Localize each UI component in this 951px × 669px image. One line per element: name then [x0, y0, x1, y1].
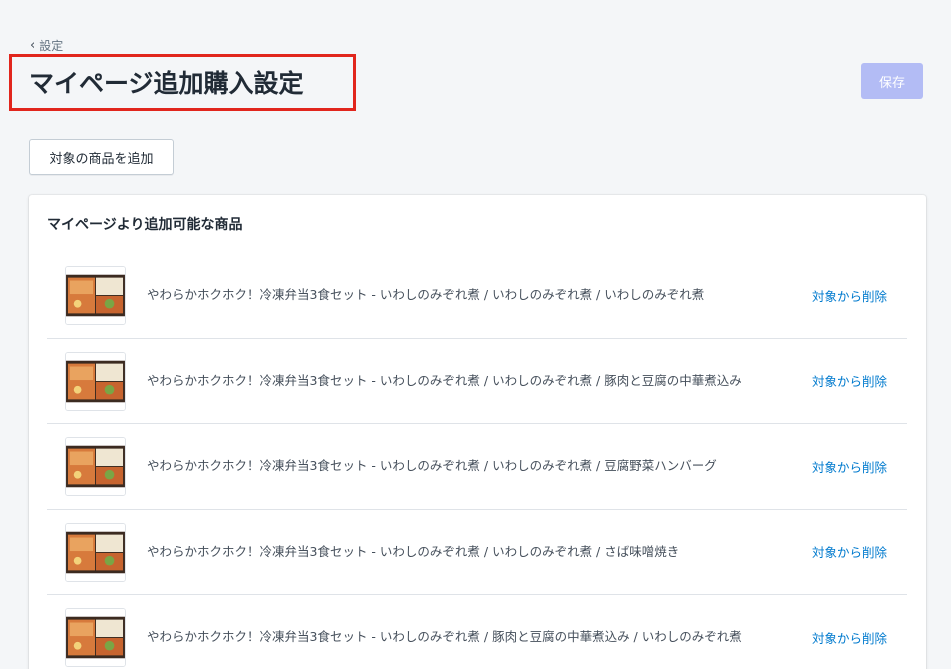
bento-box-image — [66, 267, 125, 324]
product-name: やわらかホクホク！冷凍弁当3食セット - いわしのみぞれ煮 / いわしのみぞれ煮… — [147, 287, 705, 302]
product-thumbnail — [65, 608, 126, 667]
chevron-left-icon: ‹ — [30, 38, 36, 53]
bento-box-image — [66, 609, 125, 666]
page-title: マイページ追加購入設定 — [29, 69, 304, 98]
remove-from-target-link[interactable]: 対象から削除 — [812, 510, 887, 594]
remove-from-target-link[interactable]: 対象から削除 — [812, 339, 887, 423]
bento-box-image — [66, 523, 125, 581]
add-product-button[interactable]: 対象の商品を追加 — [29, 139, 174, 175]
product-row: やわらかホクホク！冷凍弁当3食セット - いわしのみぞれ煮 / いわしのみぞれ煮… — [47, 253, 907, 339]
card-title: マイページより追加可能な商品 — [47, 217, 243, 233]
product-thumbnail — [65, 266, 126, 325]
product-thumbnail — [65, 522, 126, 582]
product-name: やわらかホクホク！冷凍弁当3食セット - いわしのみぞれ煮 / 豚肉と豆腐の中華… — [147, 629, 742, 644]
breadcrumb-label: 設定 — [39, 39, 64, 53]
bento-box-image — [66, 352, 125, 410]
breadcrumb[interactable]: ‹ 設定 — [30, 37, 63, 54]
product-name: やわらかホクホク！冷凍弁当3食セット - いわしのみぞれ煮 / いわしのみぞれ煮… — [147, 543, 680, 559]
page: ‹ 設定 マイページ追加購入設定 保存 対象の商品を追加 マイページより追加可能… — [0, 0, 951, 669]
product-row: やわらかホクホク！冷凍弁当3食セット - いわしのみぞれ煮 / いわしのみぞれ煮… — [47, 510, 907, 595]
product-name: やわらかホクホク！冷凍弁当3食セット - いわしのみぞれ煮 / いわしのみぞれ煮… — [147, 372, 742, 388]
product-name: やわらかホクホク！冷凍弁当3食セット - いわしのみぞれ煮 / いわしのみぞれ煮… — [147, 458, 717, 473]
product-thumbnail — [65, 437, 126, 496]
product-row: やわらかホクホク！冷凍弁当3食セット - いわしのみぞれ煮 / いわしのみぞれ煮… — [47, 339, 907, 424]
remove-from-target-link[interactable]: 対象から削除 — [812, 424, 887, 508]
remove-from-target-link[interactable]: 対象から削除 — [812, 253, 887, 337]
product-thumbnail — [65, 351, 126, 411]
product-row: やわらかホクホク！冷凍弁当3食セット - いわしのみぞれ煮 / いわしのみぞれ煮… — [47, 424, 907, 510]
product-list: やわらかホクホク！冷凍弁当3食セット - いわしのみぞれ煮 / いわしのみぞれ煮… — [47, 253, 907, 669]
bento-box-image — [66, 438, 125, 495]
remove-from-target-link[interactable]: 対象から削除 — [812, 595, 887, 669]
save-button[interactable]: 保存 — [861, 63, 923, 99]
product-card: マイページより追加可能な商品 やわらかホクホク！冷凍弁当3食セット - いわしの… — [29, 195, 926, 669]
product-row: やわらかホクホク！冷凍弁当3食セット - いわしのみぞれ煮 / 豚肉と豆腐の中華… — [47, 595, 907, 669]
